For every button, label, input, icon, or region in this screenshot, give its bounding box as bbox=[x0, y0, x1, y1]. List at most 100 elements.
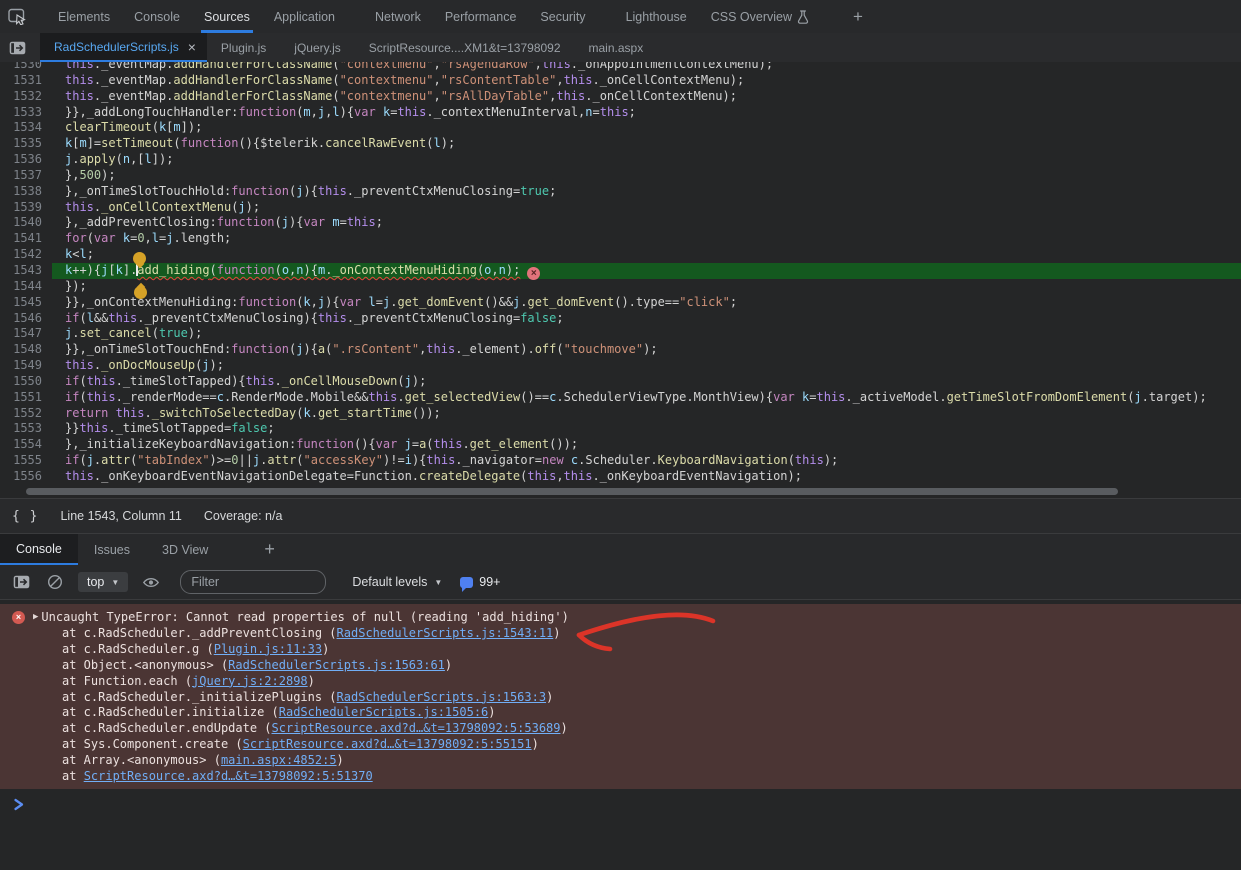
line-number[interactable]: 1544 bbox=[0, 279, 52, 295]
line-number[interactable]: 1543 bbox=[0, 263, 52, 279]
stack-link[interactable]: ScriptResource.axd?d…&t=13798092:5:51370 bbox=[84, 769, 373, 783]
code-line-1547[interactable]: 1547j.set_cancel(true); bbox=[0, 326, 1241, 342]
log-levels-dropdown[interactable]: Default levels ▼ bbox=[352, 575, 442, 589]
main-tab-sources[interactable]: Sources bbox=[192, 0, 262, 33]
navigator-toggle-icon[interactable] bbox=[0, 33, 34, 62]
line-number[interactable]: 1551 bbox=[0, 390, 52, 406]
line-number[interactable]: 1546 bbox=[0, 311, 52, 327]
code-line-1537[interactable]: 1537},500); bbox=[0, 168, 1241, 184]
console-filter-input[interactable] bbox=[180, 570, 326, 594]
line-number[interactable]: 1550 bbox=[0, 374, 52, 390]
line-number[interactable]: 1548 bbox=[0, 342, 52, 358]
main-tab-css-overview[interactable]: CSS Overview bbox=[699, 0, 821, 33]
code-line-1539[interactable]: 1539this._onCellContextMenu(j); bbox=[0, 200, 1241, 216]
stack-expander-icon[interactable]: ▶ bbox=[33, 610, 38, 626]
stack-link[interactable]: RadSchedulerScripts.js:1505:6 bbox=[279, 705, 489, 719]
code-line-1535[interactable]: 1535k[m]=setTimeout(function(){$telerik.… bbox=[0, 136, 1241, 152]
line-number[interactable]: 1531 bbox=[0, 73, 52, 89]
code-line-1554[interactable]: 1554},_initializeKeyboardNavigation:func… bbox=[0, 437, 1241, 453]
line-number[interactable]: 1552 bbox=[0, 406, 52, 422]
line-number[interactable]: 1547 bbox=[0, 326, 52, 342]
stack-link[interactable]: ScriptResource.axd?d…&t=13798092:5:53689 bbox=[272, 721, 561, 735]
main-tab-application[interactable]: Application bbox=[262, 0, 347, 33]
clear-console-icon[interactable] bbox=[44, 574, 66, 590]
line-number[interactable]: 1541 bbox=[0, 231, 52, 247]
file-tab-plugin-js[interactable]: Plugin.js bbox=[207, 33, 280, 62]
main-tab-performance[interactable]: Performance bbox=[433, 0, 529, 33]
code-line-1531[interactable]: 1531this._eventMap.addHandlerForClassNam… bbox=[0, 73, 1241, 89]
main-tab-network[interactable]: Network bbox=[363, 0, 433, 33]
pretty-print-button[interactable]: { } bbox=[12, 509, 38, 524]
line-number[interactable]: 1553 bbox=[0, 421, 52, 437]
file-tab-radschedulerscripts-js[interactable]: RadSchedulerScripts.js× bbox=[40, 33, 207, 62]
code-line-1543[interactable]: 1543k++){j[k].add_hiding(function(o,n){m… bbox=[0, 263, 1241, 279]
javascript-context-dropdown[interactable]: top ▼ bbox=[78, 572, 128, 592]
main-tab-lighthouse[interactable]: Lighthouse bbox=[614, 0, 699, 33]
stack-link[interactable]: RadSchedulerScripts.js:1563:3 bbox=[337, 690, 547, 704]
file-tab-jquery-js[interactable]: jQuery.js bbox=[280, 33, 354, 62]
code-line-1542[interactable]: 1542k<l; bbox=[0, 247, 1241, 263]
console-prompt-icon[interactable] bbox=[13, 798, 25, 811]
code-line-1553[interactable]: 1553}}this._timeSlotTapped=false; bbox=[0, 421, 1241, 437]
stack-link[interactable]: Plugin.js:11:33 bbox=[214, 642, 322, 656]
line-number[interactable]: 1538 bbox=[0, 184, 52, 200]
file-tab-main-aspx[interactable]: main.aspx bbox=[575, 33, 658, 62]
code-line-1552[interactable]: 1552return this._switchToSelectedDay(k.g… bbox=[0, 406, 1241, 422]
line-number[interactable]: 1549 bbox=[0, 358, 52, 374]
close-tab-icon[interactable]: × bbox=[186, 40, 198, 54]
line-number[interactable]: 1535 bbox=[0, 136, 52, 152]
file-tab-scriptresource-xm1-t-13798092[interactable]: ScriptResource....XM1&t=13798092 bbox=[355, 33, 575, 62]
scrollbar-thumb[interactable] bbox=[26, 488, 1118, 495]
code-line-1556[interactable]: 1556this._onKeyboardEventNavigationDeleg… bbox=[0, 469, 1241, 485]
code-line-1551[interactable]: 1551if(this._renderMode==c.RenderMode.Mo… bbox=[0, 390, 1241, 406]
code-line-1548[interactable]: 1548}},_onTimeSlotTouchEnd:function(j){a… bbox=[0, 342, 1241, 358]
line-number[interactable]: 1533 bbox=[0, 105, 52, 121]
code-line-1534[interactable]: 1534clearTimeout(k[m]); bbox=[0, 120, 1241, 136]
code-line-1540[interactable]: 1540},_addPreventClosing:function(j){var… bbox=[0, 215, 1241, 231]
code-line-1530[interactable]: 1530this._eventMap.addHandlerForClassNam… bbox=[0, 62, 1241, 73]
code-line-1541[interactable]: 1541for(var k=0,l=j.length; bbox=[0, 231, 1241, 247]
line-number[interactable]: 1537 bbox=[0, 168, 52, 184]
inspect-element-icon[interactable] bbox=[0, 0, 34, 33]
code-line-1550[interactable]: 1550if(this._timeSlotTapped){this._onCel… bbox=[0, 374, 1241, 390]
main-tab-elements[interactable]: Elements bbox=[46, 0, 122, 33]
code-line-1549[interactable]: 1549this._onDocMouseUp(j); bbox=[0, 358, 1241, 374]
line-number[interactable]: 1554 bbox=[0, 437, 52, 453]
line-number[interactable]: 1556 bbox=[0, 469, 52, 485]
code-line-1545[interactable]: 1545}},_onContextMenuHiding:function(k,j… bbox=[0, 295, 1241, 311]
code-line-1544[interactable]: 1544}); bbox=[0, 279, 1241, 295]
code-line-1536[interactable]: 1536j.apply(n,[l]); bbox=[0, 152, 1241, 168]
issues-counter[interactable]: 99+ bbox=[460, 575, 500, 589]
line-number[interactable]: 1532 bbox=[0, 89, 52, 105]
stack-link[interactable]: jQuery.js:2:2898 bbox=[192, 674, 308, 688]
console-sidebar-toggle-icon[interactable] bbox=[10, 575, 32, 589]
code-line-1532[interactable]: 1532this._eventMap.addHandlerForClassNam… bbox=[0, 89, 1241, 105]
console-tab-issues[interactable]: Issues bbox=[78, 534, 146, 565]
main-tab-security[interactable]: Security bbox=[528, 0, 597, 33]
line-number[interactable]: 1536 bbox=[0, 152, 52, 168]
line-number[interactable]: 1545 bbox=[0, 295, 52, 311]
console-tab-3d-view[interactable]: 3D View bbox=[146, 534, 224, 565]
stack-link[interactable]: RadSchedulerScripts.js:1543:11 bbox=[337, 626, 554, 640]
code-line-1538[interactable]: 1538},_onTimeSlotTouchHold:function(j){t… bbox=[0, 184, 1241, 200]
line-number[interactable]: 1534 bbox=[0, 120, 52, 136]
selection-handle-bottom[interactable] bbox=[134, 286, 147, 299]
horizontal-scrollbar[interactable] bbox=[0, 488, 1241, 497]
code-line-1533[interactable]: 1533}},_addLongTouchHandler:function(m,j… bbox=[0, 105, 1241, 121]
live-expression-eye-icon[interactable] bbox=[140, 576, 162, 589]
code-editor[interactable]: 1530this._eventMap.addHandlerForClassNam… bbox=[0, 62, 1241, 498]
selection-handle-top[interactable] bbox=[133, 252, 146, 265]
line-number[interactable]: 1530 bbox=[0, 62, 52, 73]
console-tab-console[interactable]: Console bbox=[0, 534, 78, 565]
add-panel-button[interactable]: + bbox=[839, 0, 877, 33]
code-line-1546[interactable]: 1546if(l&&this._preventCtxMenuClosing){t… bbox=[0, 311, 1241, 327]
stack-link[interactable]: main.aspx:4852:5 bbox=[221, 753, 337, 767]
add-drawer-tab-button[interactable]: + bbox=[250, 534, 289, 565]
code-line-1555[interactable]: 1555if(j.attr("tabIndex")>=0||j.attr("ac… bbox=[0, 453, 1241, 469]
main-tab-console[interactable]: Console bbox=[122, 0, 192, 33]
stack-link[interactable]: ScriptResource.axd?d…&t=13798092:5:55151 bbox=[243, 737, 532, 751]
line-number[interactable]: 1540 bbox=[0, 215, 52, 231]
line-number[interactable]: 1542 bbox=[0, 247, 52, 263]
stack-link[interactable]: RadSchedulerScripts.js:1563:61 bbox=[228, 658, 445, 672]
line-number[interactable]: 1555 bbox=[0, 453, 52, 469]
